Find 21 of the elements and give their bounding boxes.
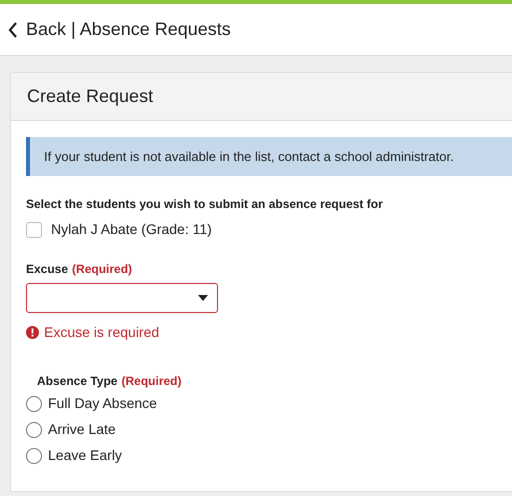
- absence-type-label: Absence Type: [37, 373, 118, 390]
- error-icon: [26, 326, 39, 339]
- dropdown-caret-icon: [198, 295, 208, 301]
- radio-button[interactable]: [26, 396, 42, 412]
- required-marker: (Required): [72, 261, 132, 278]
- radio-label: Full Day Absence: [48, 394, 157, 413]
- student-name: Nylah J Abate (Grade: 11): [51, 220, 212, 239]
- radio-label: Leave Early: [48, 446, 122, 465]
- radio-button[interactable]: [26, 422, 42, 438]
- info-message: If your student is not available in the list, contact a school administrator.: [44, 148, 454, 166]
- error-message: Excuse is required: [44, 323, 160, 342]
- back-button[interactable]: Back | Absence Requests: [8, 16, 231, 43]
- students-label: Select the students you wish to submit an absence request for: [26, 196, 384, 213]
- card-title: Create Request: [27, 85, 154, 108]
- excuse-dropdown[interactable]: [26, 283, 218, 313]
- chevron-left-icon: [8, 22, 18, 38]
- excuse-label: Excuse: [26, 261, 68, 278]
- radio-label: Arrive Late: [48, 420, 116, 439]
- radio-button[interactable]: [26, 448, 42, 464]
- student-checkbox[interactable]: [26, 222, 42, 238]
- required-marker: (Required): [121, 373, 182, 390]
